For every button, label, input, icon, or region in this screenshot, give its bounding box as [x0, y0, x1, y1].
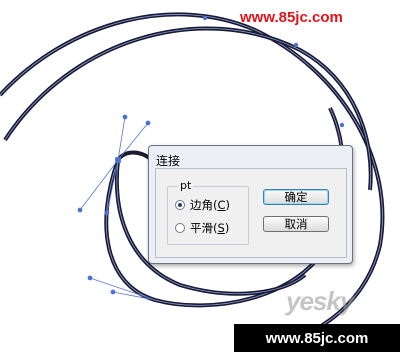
corner-label: 边角(C)	[190, 198, 231, 212]
smooth-radio-option[interactable]: 平滑(S)	[175, 220, 229, 236]
ok-button[interactable]: 确定	[263, 189, 329, 205]
dialog-title: 连接	[156, 154, 181, 168]
join-dialog: 连接 pt 边角(C) 平滑(S) 确定 取消	[148, 145, 353, 264]
watermark-bottom: www.85jc.com	[234, 324, 400, 352]
smooth-label: 平滑(S)	[190, 221, 230, 235]
watermark-yesky-logo: yesky	[286, 286, 354, 316]
corner-radio-button[interactable]	[175, 200, 185, 210]
radio-selected-dot	[178, 203, 182, 207]
dialog-body: pt 边角(C) 平滑(S) 确定 取消	[155, 168, 347, 258]
corner-radio-option[interactable]: 边角(C)	[175, 197, 230, 213]
group-label: pt	[178, 179, 194, 192]
watermark-top: www.85jc.com	[240, 8, 343, 26]
cancel-button[interactable]: 取消	[263, 216, 329, 232]
join-type-group: pt 边角(C) 平滑(S)	[167, 179, 249, 245]
smooth-radio-button[interactable]	[175, 223, 185, 233]
